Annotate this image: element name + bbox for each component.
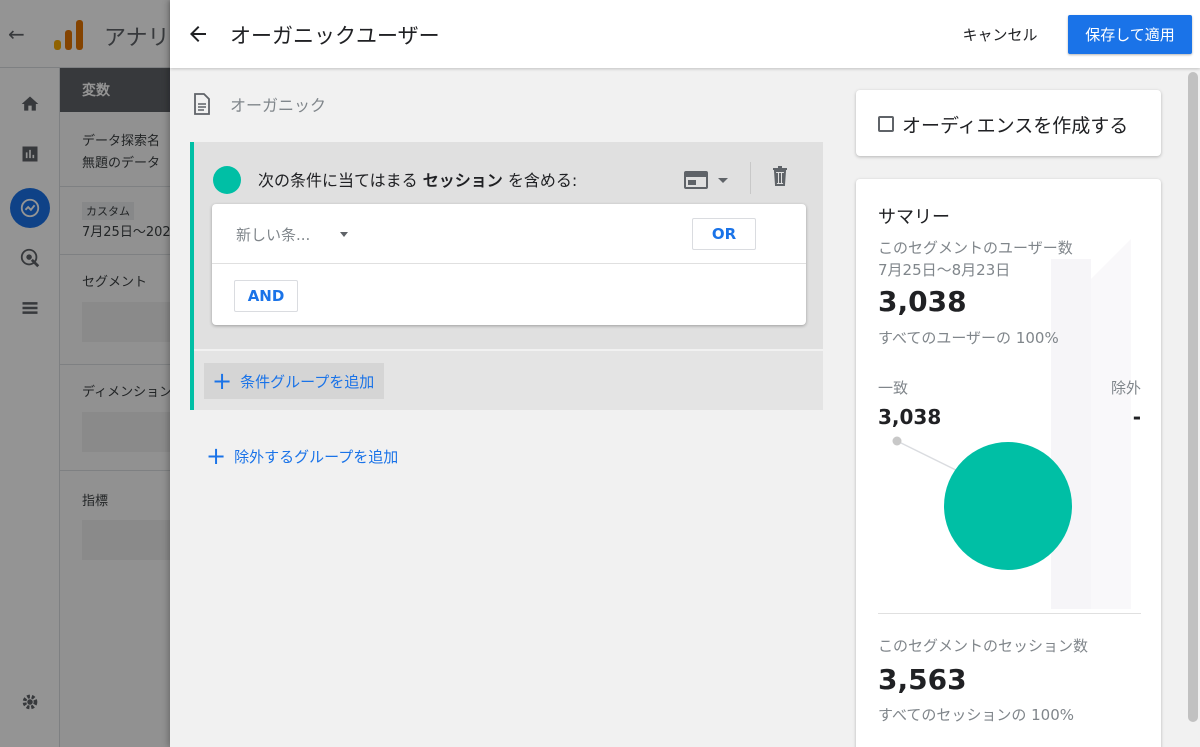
create-audience-card: オーディエンスを作成する	[856, 90, 1161, 156]
condition-editor: 新しい条... OR AND	[212, 204, 806, 325]
condition-group-label: 次の条件に当てはまる セッション を含める:	[258, 167, 577, 191]
condition-scope-dropdown[interactable]	[684, 166, 736, 194]
add-condition-group-button[interactable]: + 条件グループを追加	[204, 363, 384, 399]
create-audience-checkbox[interactable]	[878, 116, 894, 132]
pie-slice-match	[944, 442, 1072, 570]
condition-scope-label: セッション	[422, 171, 503, 190]
exclude-label: 除外	[1110, 379, 1141, 397]
segment-builder-header: オーガニックユーザー キャンセル 保存して適用	[170, 0, 1200, 68]
new-condition-select[interactable]: 新しい条...	[236, 224, 349, 245]
summary-card: サマリー このセグメントのユーザー数 7月25日～8月23日 3,038 すべて…	[856, 179, 1161, 747]
scrollbar-thumb[interactable]	[1188, 72, 1198, 722]
create-audience-label[interactable]: オーディエンスを作成する	[902, 111, 1128, 138]
segment-builder-panel: オーガニックユーザー キャンセル 保存して適用 オーガニック 次の条件に当てはま…	[170, 0, 1200, 747]
segment-sessions-label: このセグメントのセッション数	[878, 637, 1089, 655]
modal-backdrop[interactable]	[0, 0, 170, 747]
or-button[interactable]: OR	[692, 218, 756, 250]
segment-sessions-value: 3,563	[878, 663, 967, 696]
segment-users-value: 3,038	[878, 285, 967, 318]
add-exclude-group-button[interactable]: + 除外するグループを追加	[206, 440, 398, 472]
segment-name-row: オーガニック	[192, 92, 326, 116]
summary-divider	[878, 613, 1141, 614]
vertical-scrollbar[interactable]	[1186, 0, 1200, 747]
exclude-value: -	[1132, 405, 1141, 429]
segment-users-label: このセグメントのユーザー数	[878, 239, 1073, 257]
pie-slices	[944, 442, 1072, 570]
scope-icon	[684, 171, 708, 189]
caret-down-icon	[340, 232, 349, 237]
summary-title: サマリー	[878, 207, 950, 228]
sessions-percent-text: すべてのセッションの 100%	[878, 706, 1075, 724]
segment-name-input[interactable]: オーガニック	[230, 92, 326, 116]
condition-group-color-dot	[213, 166, 241, 194]
condition-group-body: 次の条件に当てはまる セッション を含める: 新しい条... OR AND	[194, 142, 823, 347]
plus-icon: +	[212, 367, 233, 395]
document-icon	[194, 93, 210, 115]
match-pie-chart	[892, 436, 1072, 570]
condition-group-footer: + 条件グループを追加	[194, 349, 823, 410]
and-button[interactable]: AND	[234, 280, 298, 312]
new-condition-placeholder: 新しい条...	[236, 226, 311, 244]
pie-leader-dot	[892, 436, 902, 446]
save-and-apply-button[interactable]: 保存して適用	[1068, 15, 1192, 54]
add-exclude-group-label: 除外するグループを追加	[234, 447, 399, 466]
trash-icon[interactable]	[768, 164, 792, 188]
chevron-down-icon	[718, 177, 728, 183]
plus-icon: +	[206, 442, 227, 470]
add-condition-group-label: 条件グループを追加	[240, 372, 375, 391]
condition-group-card: 次の条件に当てはまる セッション を含める: 新しい条... OR AND + …	[190, 142, 823, 410]
users-percent-text: すべてのユーザーの 100%	[878, 329, 1059, 347]
condition-label-suffix: を含める:	[507, 171, 578, 190]
cancel-button[interactable]: キャンセル	[952, 16, 1048, 52]
match-value: 3,038	[878, 405, 942, 429]
segment-title[interactable]: オーガニックユーザー	[230, 20, 440, 50]
back-arrow-icon[interactable]	[186, 22, 210, 46]
condition-row: 新しい条... OR	[212, 204, 806, 264]
condition-label-prefix: 次の条件に当てはまる	[258, 171, 418, 190]
match-label: 一致	[878, 379, 909, 397]
toolbar-separator	[750, 162, 751, 194]
summary-date-range: 7月25日～8月23日	[878, 261, 1011, 279]
